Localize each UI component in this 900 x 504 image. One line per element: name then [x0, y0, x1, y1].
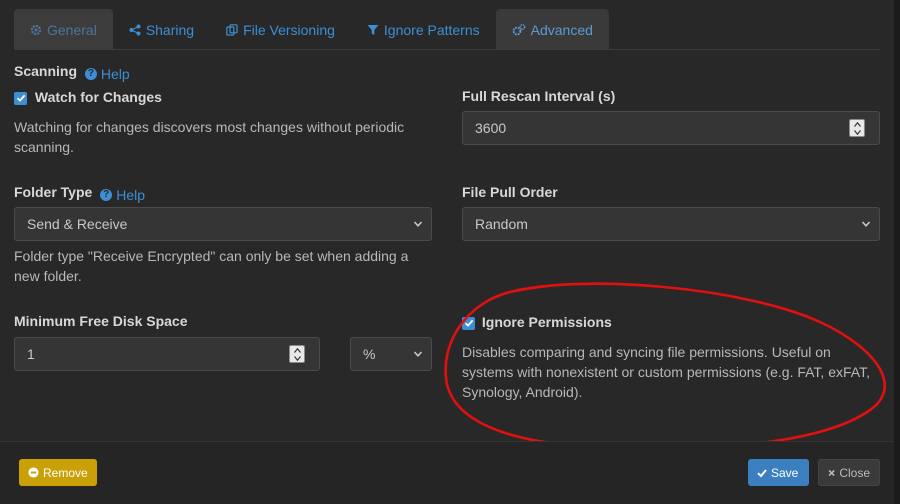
stepper-up-icon[interactable] [850, 120, 864, 128]
min-disk-value: 1 [27, 346, 35, 362]
watch-for-changes-label: Watch for Changes [34, 89, 162, 105]
tab-file-versioning-label: File Versioning [243, 21, 335, 38]
close-button[interactable]: Close [818, 459, 880, 486]
watch-for-changes-checkbox[interactable] [14, 91, 27, 105]
folder-type-label: Folder Type [14, 184, 93, 200]
gear-icon [30, 24, 42, 35]
checkmark-icon [464, 319, 473, 327]
ignore-permissions-checkbox[interactable] [462, 316, 475, 330]
folder-type-heading: Folder Type ? Help [14, 184, 145, 203]
tab-general-label: General [47, 21, 97, 38]
folder-type-help-label: Help [116, 186, 145, 203]
folder-type-note: Folder type "Receive Encrypted" can only… [14, 248, 409, 284]
tab-ignore-patterns[interactable]: Ignore Patterns [351, 9, 496, 50]
folder-type-help-link[interactable]: ? Help [100, 187, 145, 203]
chevron-down-icon [413, 221, 423, 227]
share-icon [129, 24, 141, 35]
folder-type-value: Send & Receive [27, 216, 128, 232]
pull-order-label: File Pull Order [462, 184, 558, 200]
copy-icon [226, 23, 238, 36]
scanning-help-label: Help [100, 65, 130, 82]
chevron-down-icon [413, 351, 423, 357]
ignore-permissions-option: Ignore Permissions [462, 314, 612, 330]
tab-general[interactable]: General [14, 9, 113, 50]
tab-sharing-label: Sharing [145, 21, 195, 38]
dialog-footer: Remove Save Close [0, 441, 894, 504]
close-icon [828, 469, 835, 476]
pull-order-select[interactable]: Random [462, 207, 880, 241]
minus-circle-icon [28, 467, 39, 478]
tab-file-versioning[interactable]: File Versioning [210, 9, 351, 50]
ignore-permissions-help: Disables comparing and syncing file perm… [462, 344, 870, 400]
scanning-title: Scanning [14, 63, 78, 79]
min-disk-unit-value: % [363, 346, 376, 362]
tab-sharing[interactable]: Sharing [113, 9, 210, 50]
folder-edit-dialog: General Sharing File Versioning Ignore P… [0, 0, 894, 504]
min-disk-input[interactable]: 1 [14, 337, 320, 371]
stepper-up-icon[interactable] [290, 346, 304, 354]
close-button-label: Close [839, 465, 870, 480]
remove-button-label: Remove [43, 465, 88, 480]
watch-for-changes-option: Watch for Changes [14, 89, 162, 105]
min-disk-label: Minimum Free Disk Space [14, 313, 188, 329]
save-button-label: Save [771, 465, 799, 480]
rescan-interval-label: Full Rescan Interval (s) [462, 88, 616, 104]
tab-advanced[interactable]: Advanced [495, 9, 609, 50]
question-circle-icon: ? [100, 188, 113, 201]
scanning-heading: Scanning ? Help [14, 63, 130, 82]
tab-ignore-patterns-label: Ignore Patterns [383, 21, 480, 38]
question-circle-icon: ? [84, 67, 97, 80]
filter-icon [367, 24, 379, 35]
chevron-down-icon [861, 221, 871, 227]
tab-advanced-label: Advanced [530, 21, 593, 38]
checkmark-icon [16, 94, 25, 102]
rescan-interval-value: 3600 [475, 120, 507, 136]
remove-button[interactable]: Remove [19, 459, 97, 486]
tab-bar: General Sharing File Versioning Ignore P… [14, 9, 880, 50]
rescan-interval-input[interactable]: 3600 [462, 111, 880, 145]
stepper-down-icon[interactable] [290, 354, 304, 362]
checkmark-icon [757, 468, 767, 477]
watch-for-changes-help: Watching for changes discovers most chan… [14, 119, 405, 155]
pull-order-value: Random [475, 216, 528, 232]
min-disk-stepper[interactable] [289, 345, 305, 363]
folder-type-select[interactable]: Send & Receive [14, 207, 432, 241]
min-disk-unit-select[interactable]: % [350, 337, 432, 371]
save-button[interactable]: Save [748, 459, 809, 486]
rescan-interval-stepper[interactable] [849, 119, 865, 137]
scanning-help-link[interactable]: ? Help [84, 65, 130, 82]
gears-icon [512, 23, 526, 35]
ignore-permissions-label: Ignore Permissions [481, 314, 612, 330]
stepper-down-icon[interactable] [850, 128, 864, 136]
